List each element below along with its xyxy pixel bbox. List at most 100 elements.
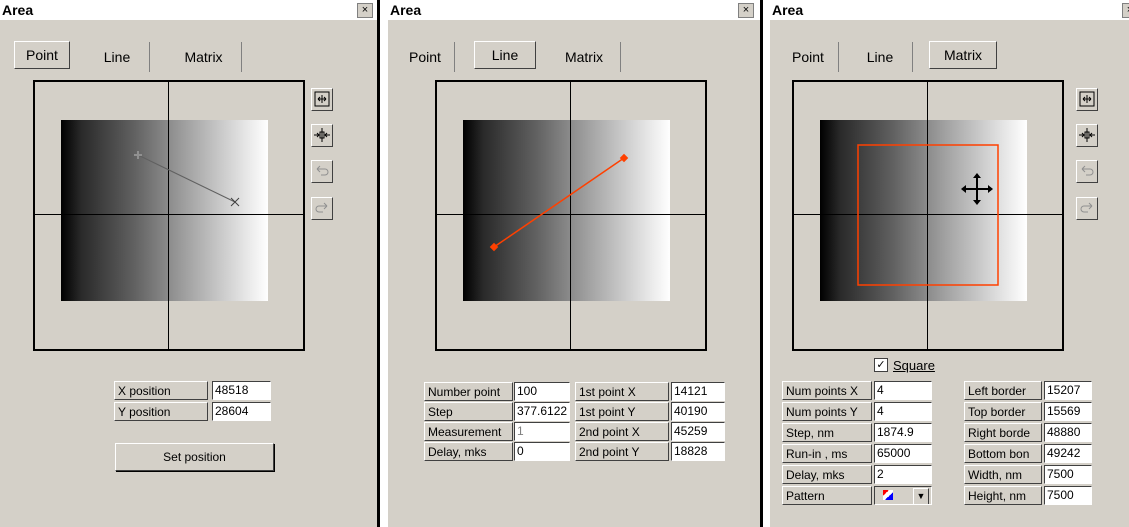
zoom-center-icon — [314, 128, 330, 142]
title-bar: Area × — [0, 0, 380, 20]
area-panel-line: Area × Point Line Matrix Number point 10… — [388, 0, 763, 527]
run-in-label: Run-in , ms — [782, 444, 872, 463]
point-marker-overlay — [134, 151, 240, 207]
undo-icon — [1081, 165, 1094, 176]
origin-point-icon — [134, 151, 142, 159]
first-point-y-input[interactable]: 40190 — [671, 402, 725, 421]
delay-input[interactable]: 2 — [874, 465, 932, 484]
delay-input[interactable]: 0 — [514, 442, 570, 461]
scan-area-plot[interactable] — [792, 80, 1064, 351]
title-bar: Area × — [770, 0, 1129, 20]
num-points-y-label: Num points Y — [782, 402, 872, 421]
move-cross-icon[interactable] — [961, 173, 993, 205]
undo-button[interactable] — [1076, 160, 1098, 183]
redo-button[interactable] — [1076, 197, 1098, 220]
tab-matrix[interactable]: Matrix — [929, 41, 997, 69]
redo-icon — [315, 202, 328, 213]
position-group: X position 48518 Y position 28604 — [112, 377, 273, 431]
right-border-input[interactable]: 48880 — [1044, 423, 1092, 442]
measurement-label: Measurement — [424, 422, 513, 441]
measurement-input[interactable]: 1 — [514, 422, 570, 441]
panel-title: Area — [772, 2, 804, 18]
step-input[interactable]: 1874.9 — [874, 423, 932, 442]
zoom-center-icon — [1079, 128, 1095, 142]
undo-button[interactable] — [311, 160, 333, 183]
second-point-y-label: 2nd point Y — [575, 442, 669, 461]
set-position-button[interactable]: Set position — [115, 443, 274, 471]
width-input[interactable]: 7500 — [1044, 465, 1092, 484]
square-checkbox[interactable]: ✓ — [874, 358, 888, 372]
panel-title: Area — [2, 2, 34, 18]
tab-line[interactable]: Line — [474, 41, 536, 69]
tab-bar: Point Line Matrix — [770, 20, 1129, 72]
top-border-input[interactable]: 15569 — [1044, 402, 1092, 421]
run-in-input[interactable]: 65000 — [874, 444, 932, 463]
panel-title: Area — [390, 2, 422, 18]
chevron-down-icon: ▼ — [913, 488, 929, 504]
num-points-x-label: Num points X — [782, 381, 872, 400]
scan-region-rect[interactable] — [857, 144, 999, 286]
tab-point[interactable]: Point — [396, 42, 455, 72]
area-panel-matrix: Area × Point Line Matrix ✓ Square Num po… — [770, 0, 1129, 527]
zoom-fit-icon — [314, 91, 330, 107]
pattern-label: Pattern — [782, 486, 872, 505]
bottom-border-input[interactable]: 49242 — [1044, 444, 1092, 463]
panel-divider — [377, 0, 380, 527]
second-point-x-input[interactable]: 45259 — [671, 422, 725, 441]
tab-line[interactable]: Line — [848, 42, 913, 72]
tab-bar: Point Line Matrix — [0, 20, 380, 72]
first-point-y-label: 1st point Y — [575, 402, 669, 421]
delay-label: Delay, mks — [782, 465, 872, 484]
pattern-swatch-icon — [883, 490, 893, 500]
scan-area-plot[interactable] — [33, 80, 305, 351]
zoom-center-button[interactable] — [1076, 124, 1098, 147]
y-position-label: Y position — [114, 402, 208, 421]
x-position-label: X position — [114, 381, 208, 400]
width-label: Width, nm — [964, 465, 1042, 484]
matrix-overlay — [857, 144, 999, 286]
zoom-center-button[interactable] — [311, 124, 333, 147]
undo-icon — [316, 165, 329, 176]
first-point-x-label: 1st point X — [575, 382, 669, 401]
number-point-input[interactable]: 100 — [514, 382, 570, 401]
left-border-label: Left border — [964, 381, 1042, 400]
matrix-params-left: Num points X 4 Num points Y 4 Step, nm 1… — [778, 378, 952, 520]
x-position-input[interactable]: 48518 — [212, 381, 271, 400]
line-overlay — [489, 153, 629, 252]
tab-line[interactable]: Line — [85, 42, 150, 72]
target-point-icon[interactable] — [230, 197, 240, 207]
tab-matrix[interactable]: Matrix — [548, 42, 621, 72]
square-label[interactable]: Square — [893, 358, 935, 373]
zoom-fit-button[interactable] — [1076, 88, 1098, 111]
pattern-select[interactable]: ▼ — [874, 486, 932, 505]
step-input[interactable]: 377.6122 — [514, 402, 570, 421]
y-position-input[interactable]: 28604 — [212, 402, 271, 421]
line-params-group: Number point 100 Step 377.6122 Measureme… — [420, 378, 726, 474]
zoom-fit-button[interactable] — [311, 88, 333, 111]
redo-icon — [1080, 202, 1093, 213]
num-points-y-input[interactable]: 4 — [874, 402, 932, 421]
scan-line[interactable] — [493, 157, 625, 248]
second-point-y-input[interactable]: 18828 — [671, 442, 725, 461]
matrix-params-right: Left border 15207 Top border 15569 Right… — [960, 378, 1120, 520]
close-button[interactable]: × — [357, 3, 373, 18]
area-panel-point: Area × Point Line Matrix X position 4851… — [0, 0, 380, 527]
line-end-handle[interactable] — [619, 153, 629, 163]
height-label: Height, nm — [964, 486, 1042, 505]
right-border-label: Right borde — [964, 423, 1042, 442]
tab-matrix[interactable]: Matrix — [166, 42, 242, 72]
tab-point[interactable]: Point — [14, 41, 70, 69]
top-border-label: Top border — [964, 402, 1042, 421]
scan-area-plot[interactable] — [435, 80, 707, 351]
redo-button[interactable] — [311, 197, 333, 220]
zoom-fit-icon — [1079, 91, 1095, 107]
height-input[interactable]: 7500 — [1044, 486, 1092, 505]
close-button[interactable]: × — [738, 3, 754, 18]
first-point-x-input[interactable]: 14121 — [671, 382, 725, 401]
tab-point[interactable]: Point — [778, 42, 839, 72]
close-button[interactable]: × — [1122, 3, 1129, 18]
left-border-input[interactable]: 15207 — [1044, 381, 1092, 400]
move-path-line — [137, 154, 236, 203]
line-start-handle[interactable] — [489, 242, 499, 252]
num-points-x-input[interactable]: 4 — [874, 381, 932, 400]
